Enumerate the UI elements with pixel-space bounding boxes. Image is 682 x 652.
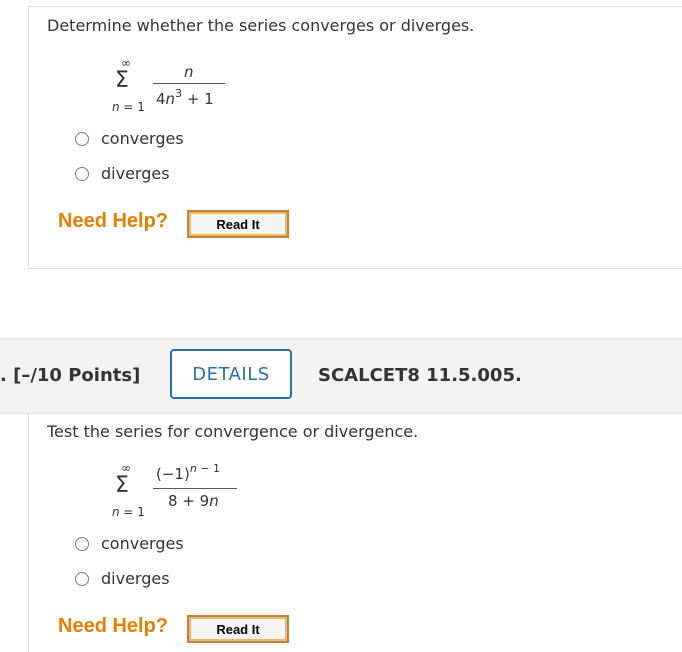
q1-option-converges[interactable]: converges xyxy=(75,129,184,148)
q2-prompt: Test the series for convergence or diver… xyxy=(47,422,419,441)
radio-icon[interactable] xyxy=(75,536,89,551)
q1-denominator: 4n3 + 1 xyxy=(156,87,214,108)
radio-icon[interactable] xyxy=(75,571,89,586)
q2-left-border xyxy=(28,412,29,652)
q2-sigma-symbol: Σ xyxy=(115,473,129,498)
q1-top-border xyxy=(28,6,682,7)
q2-lower-limit: n = 1 xyxy=(112,505,145,519)
q2-option-converges[interactable]: converges xyxy=(75,534,184,553)
q1-sigma-symbol: Σ xyxy=(115,68,129,93)
q1-bottom-border xyxy=(28,268,682,269)
q1-need-help-label: Need Help? xyxy=(58,210,169,232)
details-button[interactable]: DETAILS xyxy=(170,349,292,399)
q2-option-diverges[interactable]: diverges xyxy=(75,569,170,588)
option-label: diverges xyxy=(101,569,170,588)
q1-lower-limit: n = 1 xyxy=(112,100,145,114)
q1-left-border xyxy=(28,6,29,268)
q1-option-diverges[interactable]: diverges xyxy=(75,164,170,183)
q2-need-help-label: Need Help? xyxy=(58,615,169,637)
q1-fraction-bar xyxy=(153,83,225,84)
q2-fraction-bar xyxy=(153,488,237,489)
q1-numerator: n xyxy=(184,63,194,81)
q2-numerator: (−1)n − 1 xyxy=(156,462,221,483)
q2-points-label: . [–/10 Points] xyxy=(0,365,141,386)
q2-read-it-button[interactable]: Read It xyxy=(187,615,289,643)
q1-read-it-button[interactable]: Read It xyxy=(187,210,289,238)
q2-source-label: SCALCET8 11.5.005. xyxy=(318,365,522,386)
q2-denominator: 8 + 9n xyxy=(168,492,219,510)
q1-prompt: Determine whether the series converges o… xyxy=(47,16,475,35)
option-label: converges xyxy=(101,534,184,553)
radio-icon[interactable] xyxy=(75,131,89,146)
option-label: diverges xyxy=(101,164,170,183)
option-label: converges xyxy=(101,129,184,148)
radio-icon[interactable] xyxy=(75,166,89,181)
